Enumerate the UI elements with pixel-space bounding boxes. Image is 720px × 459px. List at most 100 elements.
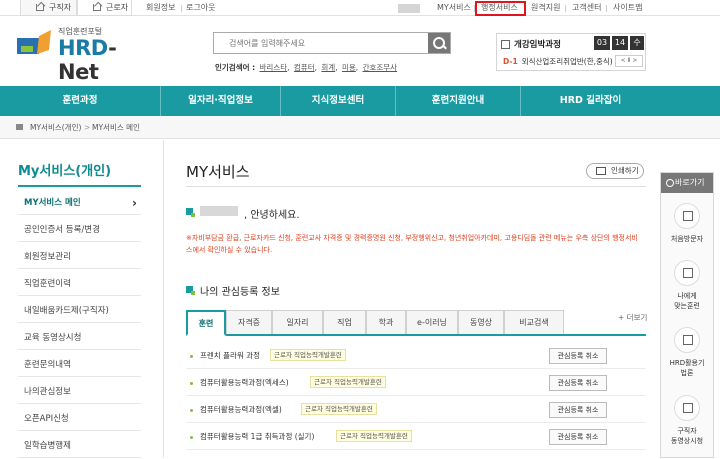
tab-worker-label: 근로자 [106, 3, 129, 12]
sidebar-item-my-main[interactable]: MY서비스 메인 [18, 191, 141, 215]
sidebar-item-inquiry[interactable]: 훈련문의내역 [18, 353, 141, 377]
popular-term[interactable]: 바리스타 [260, 63, 288, 72]
tab-occupation[interactable]: 직업 [323, 310, 366, 334]
popular-term[interactable]: 간호조무사 [363, 63, 398, 72]
logo-title: HRD-Net [58, 36, 145, 84]
home-icon[interactable] [16, 124, 23, 130]
cancel-interest-button[interactable]: 관심등록 취소 [549, 429, 607, 445]
hrd-net-logo[interactable]: 직업훈련포털 HRD-Net [15, 26, 145, 84]
member-info-link[interactable]: 회원정보 [146, 0, 175, 16]
quick-menu-header: 바로가기 [661, 173, 713, 193]
search-input[interactable] [214, 33, 428, 53]
greeting: , 안녕하세요. [244, 210, 300, 221]
course-name[interactable]: 컴퓨터활용능력과정(엑셀) [200, 404, 282, 415]
countdown-course[interactable]: D-1 외식산업조리취업반(한,중식) [503, 56, 613, 67]
sidebar-item-open-api[interactable]: 오픈API신청 [18, 407, 141, 431]
bullet-icon [190, 409, 193, 412]
nav-guide[interactable]: HRD 길라잡이 [520, 86, 660, 116]
masked-username [200, 206, 238, 216]
sidebar-item-card[interactable]: 내일배움카드제(구직자) [18, 299, 141, 323]
tab-certificate[interactable]: 자격증 [226, 310, 272, 334]
sidebar-item-member-info[interactable]: 회원정보관리 [18, 245, 141, 269]
course-name: 외식산업조리취업반(한,중식) [521, 57, 613, 66]
logo-title-a: HRD [58, 36, 109, 60]
popular-term[interactable]: 회계 [321, 63, 335, 72]
dday-badge: D-1 [503, 57, 518, 66]
quick-menu: 바로가기 처음방문자 나에게 맞는훈련 HRD활용기 법론 구직자 동영상시청 [660, 172, 714, 458]
search-box [213, 32, 451, 54]
palette-icon [674, 327, 700, 353]
my-service-link[interactable]: MY서비스 [437, 0, 471, 16]
course-name[interactable]: 컴퓨터활용능력과정(엑세스) [200, 377, 289, 388]
page-title: MY서비스 [186, 163, 250, 181]
countdown-month: 03 [594, 36, 610, 50]
nav-training[interactable]: 훈련과정 [0, 86, 160, 116]
bullet-icon [186, 286, 195, 295]
nav-knowledge[interactable]: 지식정보센터 [280, 86, 395, 116]
tab-jobseeker-label: 구직자 [49, 3, 72, 12]
interest-tabs: 훈련 자격증 일자리 직업 학과 e-이러닝 동영상 비교검색 [186, 310, 646, 336]
main-content: MY서비스 인쇄하기 , 안녕하세요. ※자비부담금 환급, 근로자카드 신청,… [163, 140, 658, 458]
course-type-badge: 근로자 직업능력개발훈련 [336, 430, 412, 442]
divider [18, 185, 141, 187]
notice-text: ※자비부담금 환급, 근로자카드 신청, 훈련교사 자격증 및 경력증명원 신청… [186, 234, 638, 254]
tab-worker[interactable]: 근로자 [77, 0, 132, 16]
calendar-icon [501, 40, 510, 49]
sidebar-item-interests[interactable]: 나의관심정보 [18, 380, 141, 404]
tab-compare[interactable]: 비교검색 [504, 310, 564, 334]
quick-first-visit[interactable]: 처음방문자 [661, 203, 713, 267]
nav-support[interactable]: 훈련지원안내 [395, 86, 520, 116]
sidebar-item-work-study[interactable]: 일학습병행제 [18, 434, 141, 458]
sidebar-item-training-history[interactable]: 직업훈련이력 [18, 272, 141, 296]
countdown-label: 개강임박과정 [514, 40, 561, 50]
interest-row: 컴퓨터활용능력과정(엑셀) 근로자 직업능력개발훈련 관심등록 취소 [186, 397, 646, 423]
print-button[interactable]: 인쇄하기 [586, 163, 644, 179]
customer-center-link[interactable]: 고객센터 [572, 0, 601, 16]
quick-recommended[interactable]: 나에게 맞는훈련 [661, 260, 713, 324]
sidebar-title: My서비스(개인) [18, 164, 112, 179]
tab-major[interactable]: 학과 [366, 310, 406, 334]
breadcrumb-separator: > [84, 123, 91, 132]
divider [181, 5, 182, 12]
tab-jobs[interactable]: 일자리 [272, 310, 323, 334]
print-label: 인쇄하기 [611, 166, 639, 175]
tab-video[interactable]: 동영상 [458, 310, 504, 334]
tab-jobseeker[interactable]: 구직자 [20, 0, 77, 16]
sidebar-item-video[interactable]: 교육 동영상시청 [18, 326, 141, 350]
cancel-interest-button[interactable]: 관심등록 취소 [549, 402, 607, 418]
logo-mark-icon [17, 30, 51, 54]
divider [606, 5, 607, 12]
quick-item-label: HRD활용기 법론 [669, 359, 705, 377]
tab-training[interactable]: 훈련 [186, 310, 226, 336]
home-icon [93, 4, 101, 11]
cancel-interest-button[interactable]: 관심등록 취소 [549, 348, 607, 364]
quick-hrd-guide[interactable]: HRD활용기 법론 [661, 327, 713, 391]
interest-row: 컴퓨터활용능력과정(엑세스) 근로자 직업능력개발훈련 관심등록 취소 [186, 370, 646, 396]
popular-label: 인기검색어 : [215, 63, 256, 72]
quick-video[interactable]: 구직자 동영상시청 [661, 395, 713, 459]
quick-item-label: 나에게 맞는훈련 [674, 292, 700, 310]
sitemap-link[interactable]: 사이트맵 [613, 0, 642, 16]
course-name[interactable]: 프렌치 플라워 과정 [200, 350, 260, 361]
interest-row: 프렌치 플라워 과정 근로자 직업능력개발훈련 관심등록 취소 [186, 343, 646, 369]
breadcrumb-item[interactable]: MY서비스(개인) [30, 117, 81, 139]
course-name[interactable]: 컴퓨터활용능력 1급 취득과정 (실기) [200, 431, 314, 442]
sidebar: My서비스(개인) MY서비스 메인 공인인증서 등록/변경 회원정보관리 직업… [0, 140, 160, 458]
sidebar-item-certificate[interactable]: 공인인증서 등록/변경 [18, 218, 141, 242]
cancel-interest-button[interactable]: 관심등록 취소 [549, 375, 607, 391]
tab-elearning[interactable]: e-이러닝 [406, 310, 458, 334]
popular-term[interactable]: 미용 [342, 63, 356, 72]
search-button[interactable] [428, 33, 450, 53]
main-nav: 훈련과정 일자리·직업정보 지식정보센터 훈련지원안내 HRD 길라잡이 [0, 86, 720, 116]
remote-support-link[interactable]: 원격지원 [531, 0, 560, 16]
countdown-pager[interactable]: < Ⅱ > [615, 55, 643, 67]
breadcrumb-current: MY서비스 메인 [92, 123, 140, 132]
masked-username [398, 4, 420, 13]
logout-link[interactable]: 로그아웃 [186, 0, 215, 16]
sprout-icon [674, 203, 700, 229]
popular-term[interactable]: 컴퓨터 [294, 63, 315, 72]
divider [565, 5, 566, 12]
course-type-badge: 근로자 직업능력개발훈련 [310, 376, 386, 388]
nav-jobs[interactable]: 일자리·직업정보 [160, 86, 280, 116]
quick-item-label: 구직자 동영상시청 [670, 427, 704, 445]
